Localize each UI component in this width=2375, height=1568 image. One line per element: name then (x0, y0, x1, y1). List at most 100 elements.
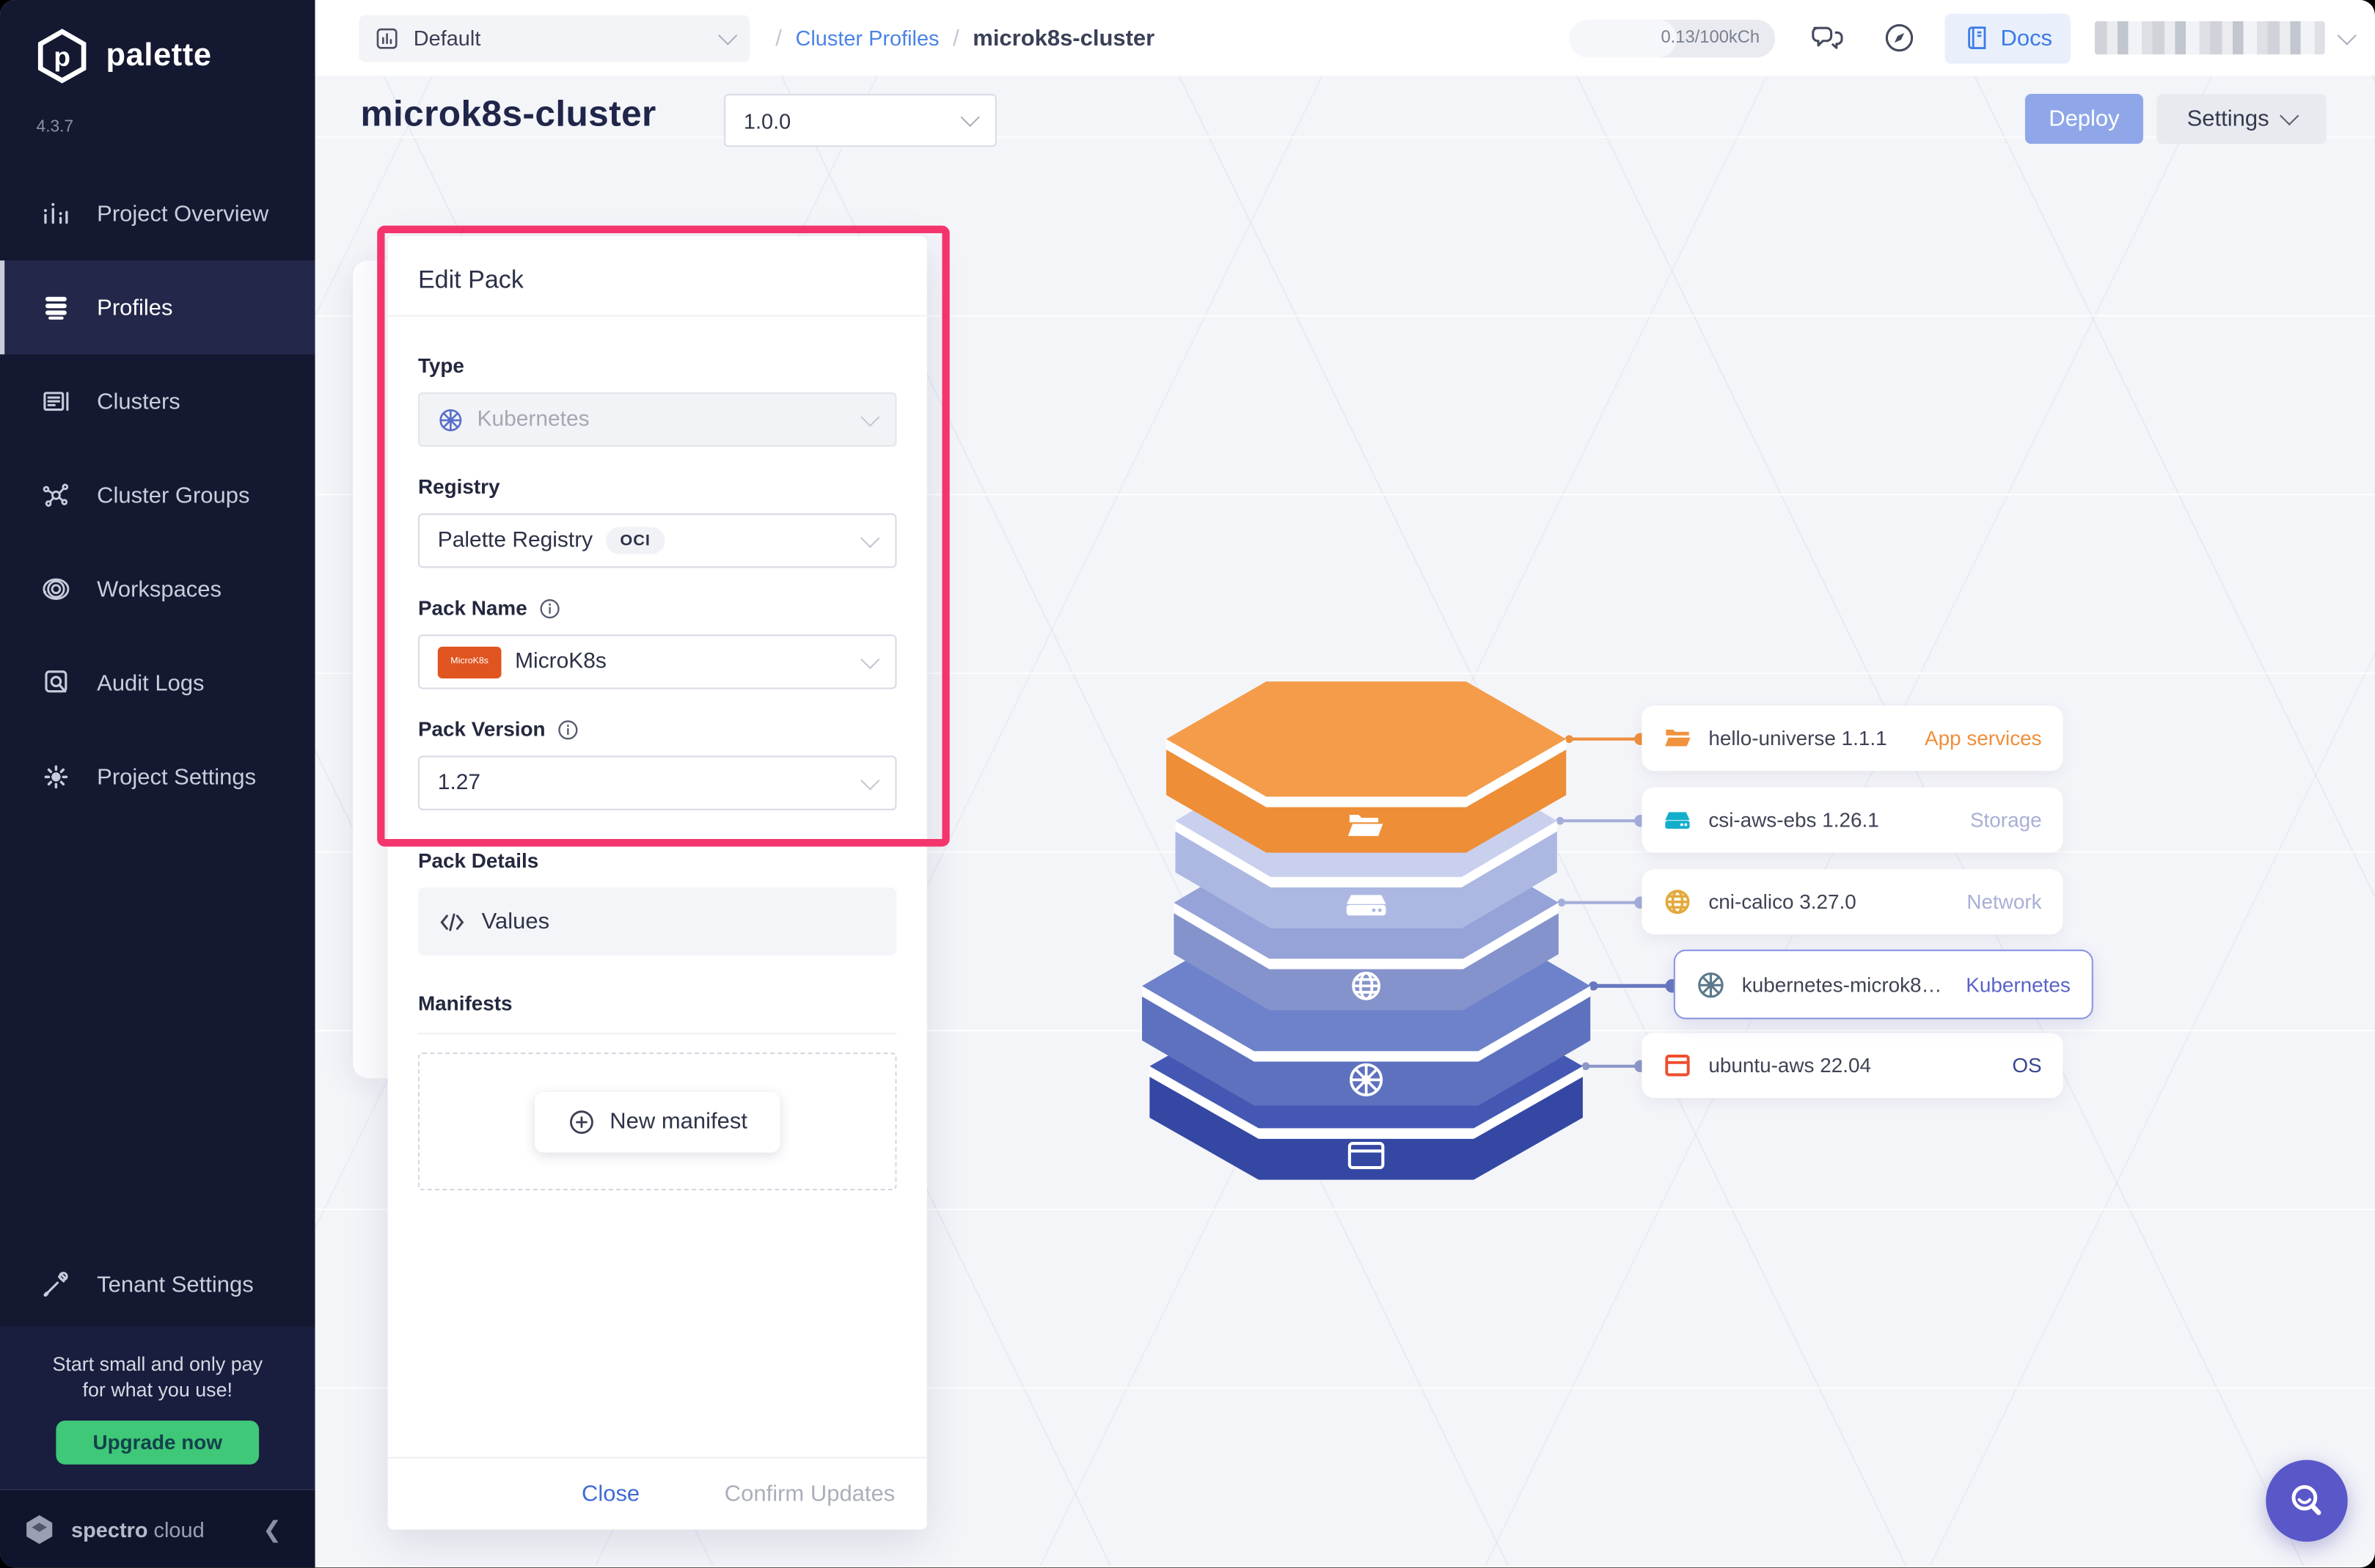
drive-icon (1663, 806, 1691, 835)
breadcrumb-current: microk8s-cluster (973, 25, 1155, 51)
manifests-dropzone: New manifest (417, 1052, 897, 1191)
upgrade-now-button[interactable]: Upgrade now (56, 1420, 259, 1465)
breadcrumb-link-cluster-profiles[interactable]: Cluster Profiles (795, 26, 939, 50)
chevron-down-icon (860, 527, 880, 548)
user-menu[interactable] (2094, 21, 2325, 55)
sidebar-item-workspaces[interactable]: Workspaces (0, 542, 315, 636)
sidebar-item-clusters[interactable]: Clusters (0, 354, 315, 448)
background-panel-edge (353, 260, 392, 1079)
chevron-down-icon (2280, 106, 2299, 126)
pack-name-select[interactable]: MicroK8s MicroK8s (417, 634, 897, 689)
drive-icon (1346, 895, 1386, 916)
footer-brand-2: cloud (153, 1517, 205, 1542)
book-icon (1967, 26, 1986, 49)
tools-icon (40, 1267, 73, 1300)
docs-label: Docs (2000, 25, 2053, 51)
registry-select[interactable]: Palette Registry OCI (417, 513, 897, 568)
kubernetes-icon (1697, 970, 1725, 999)
profile-version-select[interactable]: 1.0.0 (724, 94, 997, 147)
pack-name-label: Pack Name (418, 597, 897, 620)
pack-card-ubuntu-aws[interactable]: ubuntu-aws 22.04 OS (1642, 1033, 2063, 1099)
pack-category: App services (1925, 727, 2042, 750)
page-title: microk8s-cluster (360, 94, 656, 135)
usage-value: 0.13/100kCh (1661, 29, 1760, 48)
network-icon (40, 479, 73, 512)
values-button[interactable]: Values (417, 887, 897, 956)
pack-version-value: 1.27 (437, 771, 481, 796)
spectro-cloud-logo-icon (26, 1514, 53, 1544)
sidebar-item-audit-logs[interactable]: Audit Logs (0, 636, 315, 730)
pack-card-kubernetes-microk8s[interactable]: kubernetes-microk8s 1... Kubernetes (1673, 949, 2093, 1019)
edit-pack-title: Edit Pack (417, 266, 524, 294)
zoom-fab-button[interactable] (2266, 1459, 2348, 1542)
pack-card-hello-universe[interactable]: hello-universe 1.1.1 App services (1642, 706, 2063, 772)
code-icon (440, 912, 464, 931)
brand-name: palette (106, 37, 212, 73)
topbar: Default / Cluster Profiles / microk8s-cl… (315, 0, 2375, 76)
docs-button[interactable]: Docs (1944, 12, 2071, 63)
stack-layer-app-services[interactable] (1166, 681, 1567, 853)
settings-label: Settings (2186, 106, 2269, 132)
values-label: Values (481, 909, 550, 935)
palette-logo-icon: p (37, 29, 87, 84)
sidebar-item-project-overview[interactable]: Project Overview (0, 166, 315, 260)
sidebar-item-profiles[interactable]: Profiles (0, 260, 315, 355)
sidebar-item-tenant-settings[interactable]: Tenant Settings (0, 1242, 315, 1327)
oci-badge: OCI (606, 527, 665, 554)
sidebar-item-label: Workspaces (97, 576, 222, 602)
svg-text:p: p (54, 41, 70, 72)
pack-version-label: Pack Version (418, 718, 897, 741)
project-scope-dropdown[interactable]: Default (359, 14, 750, 62)
plus-circle-icon (569, 1110, 593, 1134)
chat-icon[interactable] (1809, 20, 1846, 56)
close-button[interactable]: Close (582, 1481, 640, 1507)
app-version: 4.3.7 (36, 118, 74, 136)
pack-version-select[interactable]: 1.27 (417, 755, 897, 810)
sidebar-nav: Project Overview Profiles Clusters Clust… (0, 166, 315, 824)
project-scope-value: Default (413, 26, 481, 51)
server-icon (40, 385, 73, 418)
user-chevron-down-icon[interactable] (2337, 25, 2357, 45)
new-manifest-button[interactable]: New manifest (534, 1091, 781, 1152)
type-value: Kubernetes (477, 407, 590, 432)
pack-name: hello-universe 1.1.1 (1708, 727, 1887, 750)
sidebar-item-label: Clusters (97, 388, 180, 414)
confirm-updates-button[interactable]: Confirm Updates (725, 1481, 895, 1507)
pack-name: cni-calico 3.27.0 (1708, 890, 1856, 914)
settings-button[interactable]: Settings (2156, 94, 2327, 144)
registry-label: Registry (417, 475, 500, 499)
gear-icon (40, 761, 73, 794)
new-manifest-label: New manifest (610, 1108, 747, 1135)
deploy-button[interactable]: Deploy (2024, 94, 2143, 144)
sidebar-item-label: Tenant Settings (97, 1271, 254, 1297)
chevron-down-icon (718, 25, 738, 45)
folder-icon (1663, 724, 1691, 752)
registry-value: Palette Registry (437, 528, 593, 553)
pack-category: Network (1966, 890, 2042, 914)
upgrade-promo: Start small and only pay for what you us… (0, 1326, 315, 1490)
chevron-down-icon (860, 406, 880, 427)
pack-name: kubernetes-microk8s 1... (1741, 972, 1950, 996)
kubernetes-icon (1350, 1063, 1383, 1096)
pack-card-csi-aws-ebs[interactable]: csi-aws-ebs 1.26.1 Storage (1642, 787, 2063, 853)
chevron-down-icon (860, 649, 880, 669)
pack-name: ubuntu-aws 22.04 (1708, 1054, 1871, 1077)
sidebar-item-label: Audit Logs (97, 670, 205, 696)
bar-chart-icon (40, 197, 73, 230)
sidebar-item-project-settings[interactable]: Project Settings (0, 730, 315, 824)
type-select[interactable]: Kubernetes (417, 392, 897, 447)
pack-category: Kubernetes (1966, 972, 2071, 996)
compass-icon[interactable] (1881, 20, 1917, 56)
pack-category: Storage (1969, 808, 2042, 832)
globe-icon (1663, 887, 1691, 916)
collapse-sidebar-icon[interactable]: ❮ (263, 1515, 293, 1542)
sidebar-item-label: Profiles (97, 294, 173, 320)
pack-name-value: MicroK8s (515, 649, 607, 674)
orbit-icon (40, 573, 73, 606)
edit-pack-panel: Edit Pack Type Kubernetes Registry Palet… (387, 236, 927, 1530)
usage-meter: 0.13/100kCh (1568, 18, 1775, 57)
sidebar-item-cluster-groups[interactable]: Cluster Groups (0, 448, 315, 542)
pack-card-cni-calico[interactable]: cni-calico 3.27.0 Network (1642, 869, 2063, 935)
profile-stack-illustration (1142, 681, 1680, 1180)
info-icon (540, 598, 560, 618)
